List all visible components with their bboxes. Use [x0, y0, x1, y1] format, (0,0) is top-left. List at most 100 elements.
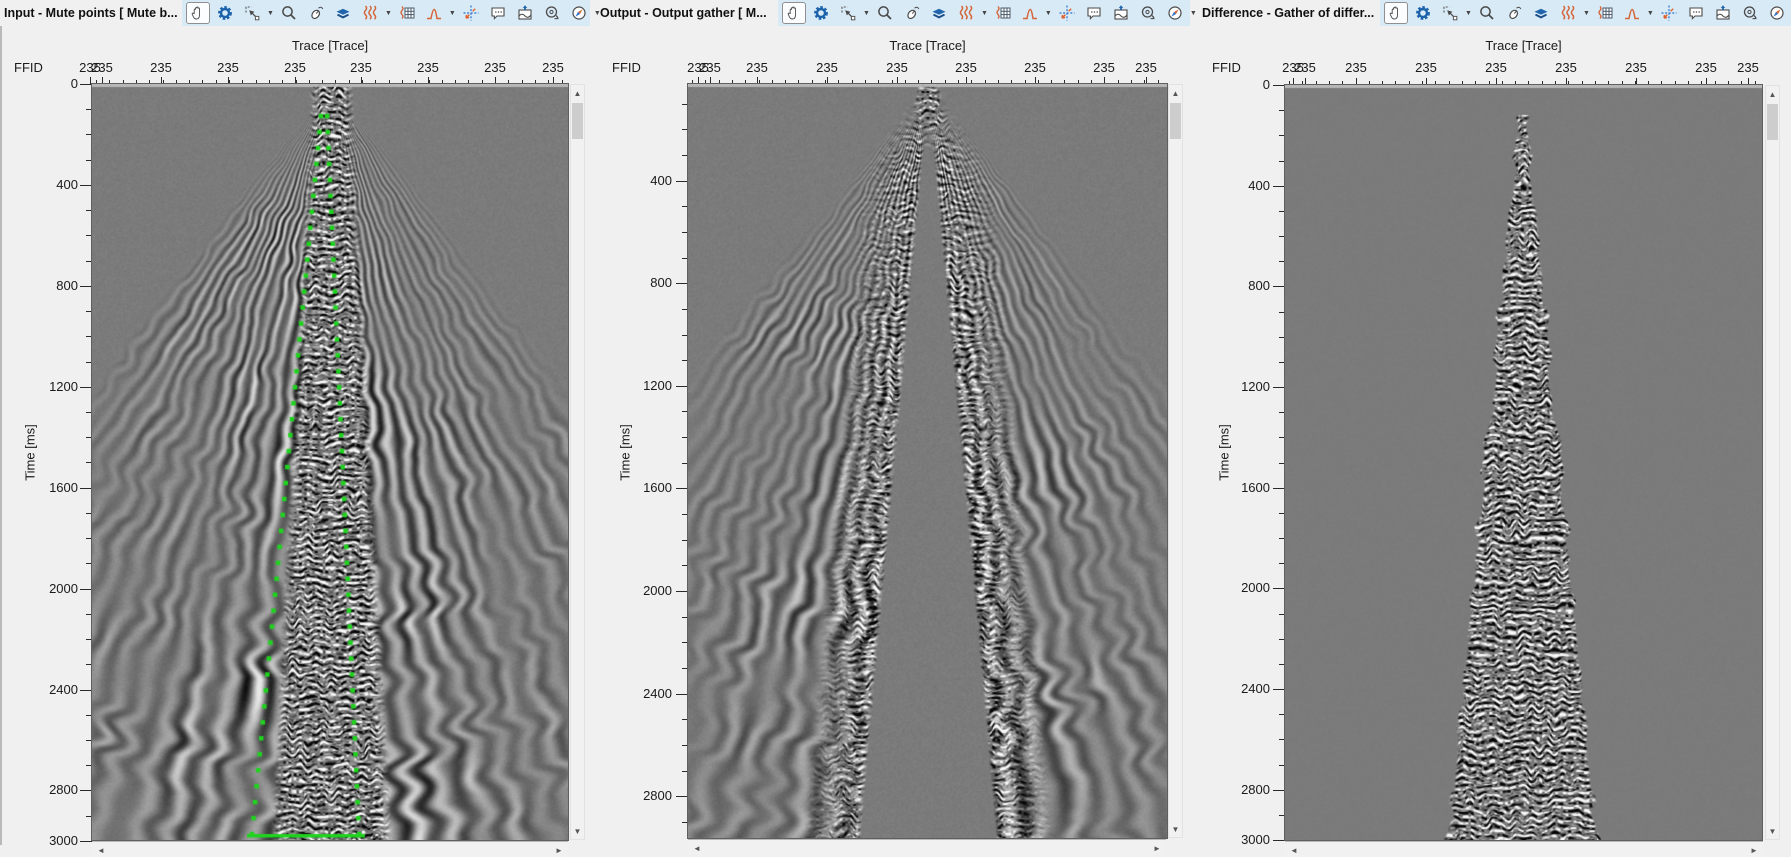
horizontal-scrollbar[interactable]: ◄ ► — [92, 841, 568, 857]
scroll-down-arrow-icon[interactable]: ▼ — [1766, 823, 1779, 839]
trace-tick-label: 235 — [1695, 60, 1717, 75]
comment-icon[interactable] — [1684, 2, 1708, 24]
select-region-icon[interactable] — [240, 2, 264, 24]
trace-tick-label: 235 — [1737, 60, 1759, 75]
wiggle-display-icon[interactable] — [1556, 2, 1580, 24]
trace-tick-label: 235 — [816, 60, 838, 75]
trace-tick-label: 235 — [1555, 60, 1577, 75]
dropdown-caret-icon[interactable]: ▼ — [1583, 2, 1590, 24]
scroll-left-arrow-icon[interactable]: ◄ — [93, 843, 109, 857]
horizontal-scrollbar[interactable]: ◄ ► — [1285, 841, 1763, 857]
comment-icon[interactable] — [486, 2, 510, 24]
trace-table-icon[interactable] — [1593, 2, 1617, 24]
trace-major-tick — [966, 77, 967, 84]
dropdown-caret-icon[interactable]: ▼ — [267, 2, 274, 24]
pan-hand-icon[interactable] — [1384, 2, 1408, 24]
settings-gear-icon[interactable] — [1411, 2, 1435, 24]
dropdown-caret-icon[interactable]: ▼ — [449, 2, 456, 24]
time-tick-label: 0 — [1262, 77, 1270, 92]
wiggle-display-icon[interactable] — [358, 2, 382, 24]
compass-icon[interactable] — [1163, 2, 1187, 24]
scroll-left-arrow-icon[interactable]: ◄ — [689, 841, 705, 855]
scrollbar-thumb[interactable] — [1170, 103, 1181, 139]
vertical-scrollbar[interactable]: ▲ ▼ — [1168, 84, 1183, 838]
toolbar-group-output: Output - Output gather [ M... — [600, 0, 767, 26]
pick-crosshair-icon[interactable] — [1657, 2, 1681, 24]
dropdown-caret-icon[interactable]: ▼ — [863, 2, 870, 24]
time-tick-label: 0 — [70, 76, 78, 91]
scroll-up-arrow-icon[interactable]: ▲ — [1169, 85, 1182, 101]
trace-tick-label: 235 — [1485, 60, 1507, 75]
trace-major-tick — [161, 77, 162, 84]
scroll-down-arrow-icon[interactable]: ▼ — [571, 823, 584, 839]
layers-icon[interactable] — [927, 2, 951, 24]
comment-icon[interactable] — [1082, 2, 1106, 24]
scrollbar-thumb[interactable] — [1767, 104, 1778, 140]
dropdown-caret-icon[interactable]: ▼ — [1647, 2, 1654, 24]
scroll-right-arrow-icon[interactable]: ► — [551, 843, 567, 857]
scrollbar-thumb[interactable] — [572, 103, 583, 139]
seismic-image[interactable] — [1284, 84, 1763, 841]
dropdown-caret-icon[interactable]: ▼ — [1045, 2, 1052, 24]
scroll-left-arrow-icon[interactable]: ◄ — [1286, 843, 1302, 857]
layers-icon[interactable] — [331, 2, 355, 24]
export-image-icon[interactable] — [513, 2, 537, 24]
trace-table-icon[interactable] — [395, 2, 419, 24]
trace-tick-label: 235 — [699, 60, 721, 75]
export-image-icon[interactable] — [1711, 2, 1735, 24]
amplitude-curve-icon[interactable] — [422, 2, 446, 24]
amplitude-curve-icon[interactable] — [1620, 2, 1644, 24]
export-image-icon[interactable] — [1109, 2, 1133, 24]
select-region-icon[interactable] — [836, 2, 860, 24]
time-tick-label: 2000 — [1241, 580, 1270, 596]
ffid-axis-label: FFID — [1212, 60, 1241, 75]
trace-tick-label: 235 — [886, 60, 908, 75]
zoom-icon[interactable] — [277, 2, 301, 24]
time-tick-label: 1200 — [643, 377, 672, 393]
scroll-right-arrow-icon[interactable]: ► — [1149, 841, 1165, 855]
vertical-scrollbar[interactable]: ▲ ▼ — [570, 84, 585, 840]
time-major-tick — [1273, 186, 1285, 187]
zoom-icon[interactable] — [1475, 2, 1499, 24]
pan-hand-icon[interactable] — [782, 2, 806, 24]
mouse-icon[interactable] — [900, 2, 924, 24]
trace-table-icon[interactable] — [991, 2, 1015, 24]
compass-icon[interactable] — [567, 2, 591, 24]
zoom-icon[interactable] — [873, 2, 897, 24]
select-region-icon[interactable] — [1438, 2, 1462, 24]
pick-crosshair-icon[interactable] — [459, 2, 483, 24]
trace-major-tick — [710, 77, 711, 84]
mouse-icon[interactable] — [1502, 2, 1526, 24]
seismic-image[interactable] — [687, 83, 1168, 839]
trace-major-tick — [1426, 78, 1427, 85]
toolbar-group-difference: Difference - Gather of differ... — [1202, 0, 1374, 26]
time-tick-label: 1600 — [643, 480, 672, 496]
time-major-tick — [80, 488, 92, 489]
settings-gear-icon[interactable] — [809, 2, 833, 24]
pick-crosshair-icon[interactable] — [1055, 2, 1079, 24]
trace-major-tick — [1035, 77, 1036, 84]
compass-icon[interactable] — [1765, 2, 1789, 24]
wiggle-display-icon[interactable] — [954, 2, 978, 24]
scroll-up-arrow-icon[interactable]: ▲ — [1766, 86, 1779, 102]
scroll-right-arrow-icon[interactable]: ► — [1746, 843, 1762, 857]
amplitude-curve-icon[interactable] — [1018, 2, 1042, 24]
scroll-up-arrow-icon[interactable]: ▲ — [571, 85, 584, 101]
seismic-image[interactable] — [91, 83, 569, 841]
measure-icon[interactable] — [1738, 2, 1762, 24]
trace-major-tick — [1566, 78, 1567, 85]
dropdown-caret-icon[interactable]: ▼ — [981, 2, 988, 24]
dropdown-caret-icon[interactable]: ▼ — [1465, 2, 1472, 24]
dropdown-caret-icon[interactable]: ▼ — [385, 2, 392, 24]
pan-hand-icon[interactable] — [186, 2, 210, 24]
scroll-down-arrow-icon[interactable]: ▼ — [1169, 821, 1182, 837]
measure-icon[interactable] — [1136, 2, 1160, 24]
icon-strip-output: ▼ ▼ ▼ ▼ — [778, 0, 1197, 26]
layers-icon[interactable] — [1529, 2, 1553, 24]
vertical-scrollbar[interactable]: ▲ ▼ — [1765, 85, 1780, 840]
mouse-icon[interactable] — [304, 2, 328, 24]
horizontal-scrollbar[interactable]: ◄ ► — [688, 839, 1166, 855]
dropdown-caret-icon[interactable]: ▼ — [1190, 2, 1197, 24]
settings-gear-icon[interactable] — [213, 2, 237, 24]
measure-icon[interactable] — [540, 2, 564, 24]
